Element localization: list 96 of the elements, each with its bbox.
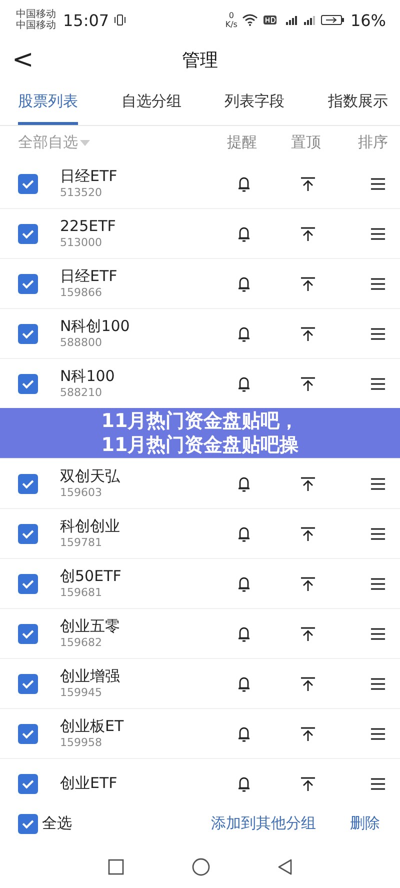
bell-icon	[237, 174, 251, 192]
stock-code: 159958	[60, 736, 102, 750]
pin-to-top-icon	[300, 476, 316, 492]
stock-name: 创业ETF	[60, 774, 118, 793]
hd-icon	[263, 15, 278, 25]
bell-icon	[237, 524, 251, 542]
checkbox[interactable]	[18, 674, 38, 694]
bell-icon	[237, 374, 251, 392]
bell-icon	[237, 224, 251, 242]
stock-code: 588800	[60, 336, 102, 350]
battery-level: 16%	[350, 10, 386, 30]
checkbox[interactable]	[18, 574, 38, 594]
stock-name: N科创100	[60, 317, 130, 336]
bell-icon	[237, 774, 251, 792]
stock-name: 创业板ET	[60, 717, 124, 736]
network-speed: 0 K/s	[225, 11, 238, 29]
pin-to-top-icon	[300, 726, 316, 742]
stock-code: 159682	[60, 636, 102, 650]
tab[interactable]: 自选分组	[121, 80, 182, 125]
checkbox[interactable]	[18, 774, 38, 794]
stock-code: 588210	[60, 386, 102, 400]
drag-handle-icon	[370, 476, 386, 490]
carrier-label: 中国移动	[16, 9, 56, 20]
bell-icon	[237, 724, 251, 742]
stock-code: 159781	[60, 536, 102, 550]
column-header: 置顶	[290, 133, 322, 152]
vibrate-icon	[114, 14, 126, 26]
battery-icon	[321, 14, 346, 26]
back-button[interactable]: <	[0, 45, 46, 75]
bell-icon	[237, 624, 251, 642]
checkbox[interactable]	[18, 324, 38, 344]
stock-name: 日经ETF	[60, 167, 118, 186]
action-link[interactable]: 删除	[350, 814, 380, 833]
bell-icon	[237, 574, 251, 592]
wifi-icon	[242, 14, 258, 26]
tab[interactable]: 股票列表	[18, 80, 78, 125]
stock-code: 513000	[60, 236, 102, 250]
drag-handle-icon	[370, 726, 386, 740]
pin-to-top-icon	[300, 576, 316, 592]
column-header: 排序	[357, 133, 388, 152]
stock-code: 159866	[60, 286, 102, 300]
caret-icon	[80, 140, 90, 146]
bell-icon	[237, 324, 251, 342]
checkbox[interactable]	[18, 374, 38, 394]
stock-name: N科100	[60, 367, 115, 386]
drag-handle-icon	[370, 226, 386, 240]
pin-to-top-icon	[300, 676, 316, 692]
checkbox[interactable]	[18, 524, 38, 544]
checkbox[interactable]	[18, 224, 38, 244]
drag-handle-icon	[370, 576, 386, 590]
drag-handle-icon	[370, 776, 386, 790]
pin-to-top-icon	[300, 226, 316, 242]
checkbox[interactable]	[18, 474, 38, 494]
checkbox[interactable]	[18, 624, 38, 644]
stock-code: 159603	[60, 486, 102, 500]
column-header: 提醒	[226, 133, 258, 152]
stock-name: 创业五零	[60, 617, 120, 636]
pin-to-top-icon	[300, 626, 316, 642]
checkbox[interactable]	[18, 274, 38, 294]
pin-to-top-icon	[300, 176, 316, 192]
banner-text: 11月热门资金盘贴吧操	[101, 433, 299, 457]
bell-icon	[237, 674, 251, 692]
pin-to-top-icon	[300, 276, 316, 292]
pin-to-top-icon	[300, 776, 316, 792]
page-title: 管理	[182, 49, 218, 72]
stock-name: 创50ETF	[60, 567, 122, 586]
drag-handle-icon	[370, 176, 386, 190]
drag-handle-icon	[370, 326, 386, 340]
tab[interactable]: 指数展示	[328, 80, 388, 125]
stock-code: 159681	[60, 586, 102, 600]
select-all-label[interactable]: 全选	[42, 814, 72, 833]
checkbox[interactable]	[18, 174, 38, 194]
drag-handle-icon	[370, 376, 386, 390]
stock-name: 创业增强	[60, 667, 120, 686]
stock-code: 159945	[60, 686, 102, 700]
stock-name: 科创创业	[60, 517, 120, 536]
tab[interactable]: 列表字段	[224, 80, 285, 125]
select-all-checkbox[interactable]	[18, 814, 38, 834]
status-time: 15:07	[63, 10, 110, 30]
checkbox[interactable]	[18, 724, 38, 744]
stock-code: 513520	[60, 186, 102, 200]
drag-handle-icon	[370, 626, 386, 640]
carrier-label: 中国移动	[16, 20, 56, 31]
stock-name: 日经ETF	[60, 267, 118, 286]
bell-icon	[237, 474, 251, 492]
banner-text: 11月热门资金盘贴吧，	[101, 409, 299, 433]
pin-to-top-icon	[300, 376, 316, 392]
action-link[interactable]: 添加到其他分组	[211, 814, 316, 833]
bell-icon	[237, 274, 251, 292]
drag-handle-icon	[370, 276, 386, 290]
pin-to-top-icon	[300, 326, 316, 342]
stock-name: 双创天弘	[60, 467, 120, 486]
drag-handle-icon	[370, 526, 386, 540]
drag-handle-icon	[370, 676, 386, 690]
pin-to-top-icon	[300, 526, 316, 542]
stock-name: 225ETF	[60, 217, 116, 236]
